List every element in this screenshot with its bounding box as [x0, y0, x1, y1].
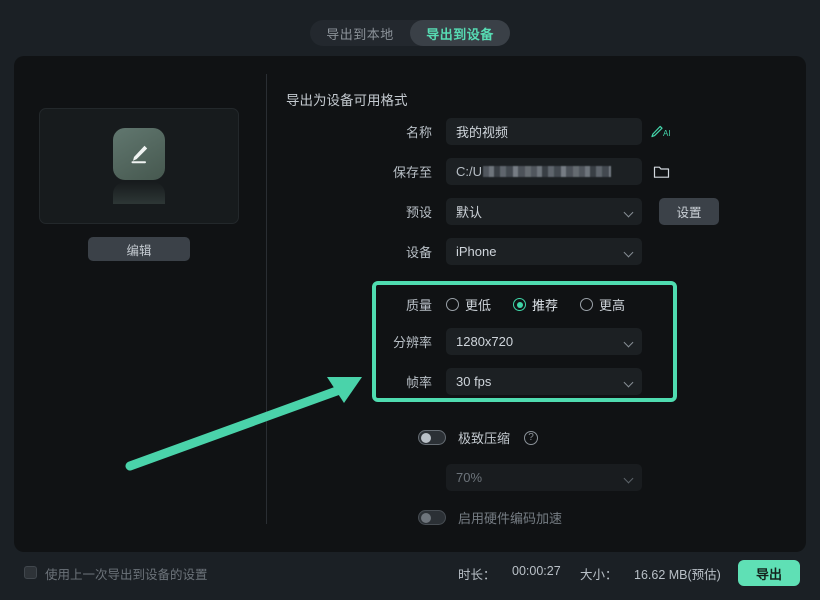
quality-label: 质量 — [286, 295, 446, 314]
compression-percent-select[interactable]: 70% — [446, 464, 642, 491]
pencil-edit-icon — [113, 128, 165, 180]
resolution-value: 1280x720 — [456, 334, 513, 349]
reuse-settings-checkbox[interactable] — [24, 566, 37, 579]
device-value: iPhone — [456, 244, 496, 259]
tab-export-device[interactable]: 导出到设备 — [410, 20, 510, 46]
tab-export-local[interactable]: 导出到本地 — [310, 20, 410, 46]
chevron-down-icon — [625, 249, 633, 254]
masked-path-region — [483, 166, 611, 177]
question-mark-icon[interactable]: ? — [524, 431, 538, 445]
export-dialog: 导出到本地 导出到设备 编辑 导出为设备可用格式 名称 我的视频 — [0, 0, 820, 600]
thumbnail-reflection — [113, 182, 165, 204]
device-row: 设备 iPhone — [286, 238, 642, 265]
reuse-settings-label: 使用上一次导出到设备的设置 — [45, 564, 208, 583]
quality-option-higher-label: 更高 — [599, 295, 625, 314]
preset-settings-button[interactable]: 设置 — [659, 198, 719, 225]
size-value: 16.62 MB(预估) — [634, 564, 721, 583]
quality-row: 质量 更低 推荐 更高 — [286, 291, 625, 318]
preset-label: 预设 — [286, 202, 446, 221]
resolution-label: 分辨率 — [286, 332, 446, 351]
save-path-label: 保存至 — [286, 162, 446, 181]
framerate-value: 30 fps — [456, 374, 491, 389]
quality-option-lower[interactable]: 更低 — [446, 295, 491, 314]
name-input[interactable]: 我的视频 — [446, 118, 642, 145]
preset-row: 预设 默认 设置 — [286, 198, 719, 225]
chevron-down-icon — [625, 379, 633, 384]
compression-toggle[interactable] — [418, 430, 446, 445]
video-preview-thumbnail[interactable] — [39, 108, 239, 224]
save-path-row: 保存至 C:/U — [286, 158, 672, 185]
ai-pen-icon[interactable]: AI — [650, 121, 672, 143]
chevron-down-icon — [625, 339, 633, 344]
quality-option-higher[interactable]: 更高 — [580, 295, 625, 314]
resolution-select[interactable]: 1280x720 — [446, 328, 642, 355]
compression-percent-value: 70% — [456, 470, 482, 485]
toggle-knob — [421, 513, 431, 523]
resolution-row: 分辨率 1280x720 — [286, 328, 642, 355]
name-row: 名称 我的视频 AI — [286, 118, 672, 145]
save-path-value: C:/U — [456, 164, 482, 179]
tab-export-local-label: 导出到本地 — [326, 24, 394, 43]
chevron-down-icon — [625, 209, 633, 214]
column-divider — [266, 74, 267, 524]
radio-selected-icon — [513, 298, 526, 311]
svg-text:AI: AI — [663, 129, 671, 138]
framerate-label: 帧率 — [286, 372, 446, 391]
chevron-down-icon — [625, 475, 633, 480]
edit-button[interactable]: 编辑 — [88, 237, 190, 261]
hardware-acceleration-toggle[interactable] — [418, 510, 446, 525]
dialog-footer: 使用上一次导出到设备的设置 时长： 00:00:27 大小： 16.62 MB(… — [0, 560, 820, 600]
save-path-input[interactable]: C:/U — [446, 158, 642, 185]
size-label: 大小： — [580, 564, 618, 583]
device-label: 设备 — [286, 242, 446, 261]
framerate-row: 帧率 30 fps — [286, 368, 642, 395]
form-title: 导出为设备可用格式 — [286, 89, 408, 109]
name-label: 名称 — [286, 122, 446, 141]
hardware-acceleration-label: 启用硬件编码加速 — [458, 508, 562, 527]
main-panel: 编辑 导出为设备可用格式 名称 我的视频 AI 保存至 C:/U — [14, 56, 806, 552]
compression-percent-row: 70% — [286, 464, 642, 491]
duration-label: 时长： — [458, 564, 496, 583]
quality-option-lower-label: 更低 — [465, 295, 491, 314]
quality-option-recommended[interactable]: 推荐 — [513, 295, 558, 314]
radio-icon — [446, 298, 459, 311]
framerate-select[interactable]: 30 fps — [446, 368, 642, 395]
folder-icon[interactable] — [650, 161, 672, 183]
preset-select[interactable]: 默认 — [446, 198, 642, 225]
device-select[interactable]: iPhone — [446, 238, 642, 265]
quality-option-recommended-label: 推荐 — [532, 295, 558, 314]
radio-icon — [580, 298, 593, 311]
tab-export-device-label: 导出到设备 — [426, 24, 494, 43]
compression-label: 极致压缩 — [458, 428, 510, 447]
preset-value: 默认 — [456, 202, 482, 221]
toggle-knob — [421, 433, 431, 443]
duration-value: 00:00:27 — [512, 564, 561, 578]
compression-row: 极致压缩 ? — [418, 424, 538, 451]
export-target-tabs: 导出到本地 导出到设备 — [310, 20, 510, 46]
export-button[interactable]: 导出 — [738, 560, 800, 586]
hardware-acceleration-row: 启用硬件编码加速 — [418, 504, 562, 531]
